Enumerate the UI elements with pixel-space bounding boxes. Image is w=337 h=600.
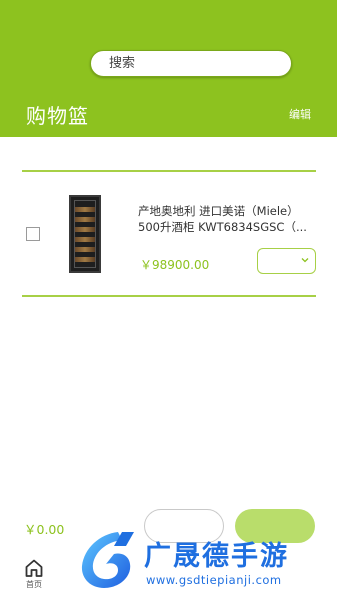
product-name-line2: 500升酒柜 KWT6834SGSC（...: [138, 220, 307, 234]
watermark-logo: [76, 528, 140, 592]
item-divider-bottom: [22, 295, 316, 297]
chevron-down-icon: [300, 255, 310, 268]
nav-home[interactable]: 首页: [20, 558, 48, 598]
watermark-url: www.gsdtiepianji.com: [146, 573, 282, 587]
item-divider-top: [22, 170, 316, 172]
home-icon: [20, 558, 48, 578]
wine-shelf: [75, 207, 95, 212]
product-name-line1: 产地奥地利 进口美诺（Miele）: [138, 204, 299, 218]
page-title: 购物篮: [26, 104, 89, 128]
wine-shelf: [75, 247, 95, 252]
quantity-select[interactable]: [257, 248, 316, 274]
wine-shelf: [75, 217, 95, 222]
wine-shelf: [75, 257, 95, 262]
edit-button[interactable]: 编辑: [289, 106, 311, 122]
total-amount: ￥0.00: [24, 522, 65, 537]
wine-shelf: [75, 227, 95, 232]
cart-page: 购物篮 编辑 产地奥地利 进口美诺（Miele） 500升酒柜 KWT6834S…: [0, 0, 337, 600]
search-input[interactable]: [91, 51, 291, 76]
wine-shelf: [75, 237, 95, 242]
nav-home-label: 首页: [26, 580, 42, 589]
header-bar: 购物篮 编辑: [0, 0, 337, 137]
watermark-brand: 广晟德手游: [144, 541, 289, 572]
item-checkbox[interactable]: [26, 227, 40, 241]
product-name[interactable]: 产地奥地利 进口美诺（Miele） 500升酒柜 KWT6834SGSC（...: [138, 203, 320, 235]
product-image[interactable]: [69, 195, 101, 273]
watermark: 广晟德手游 www.gsdtiepianji.com: [76, 528, 336, 596]
search-box[interactable]: [90, 50, 292, 77]
product-price: ￥98900.00: [140, 258, 210, 272]
